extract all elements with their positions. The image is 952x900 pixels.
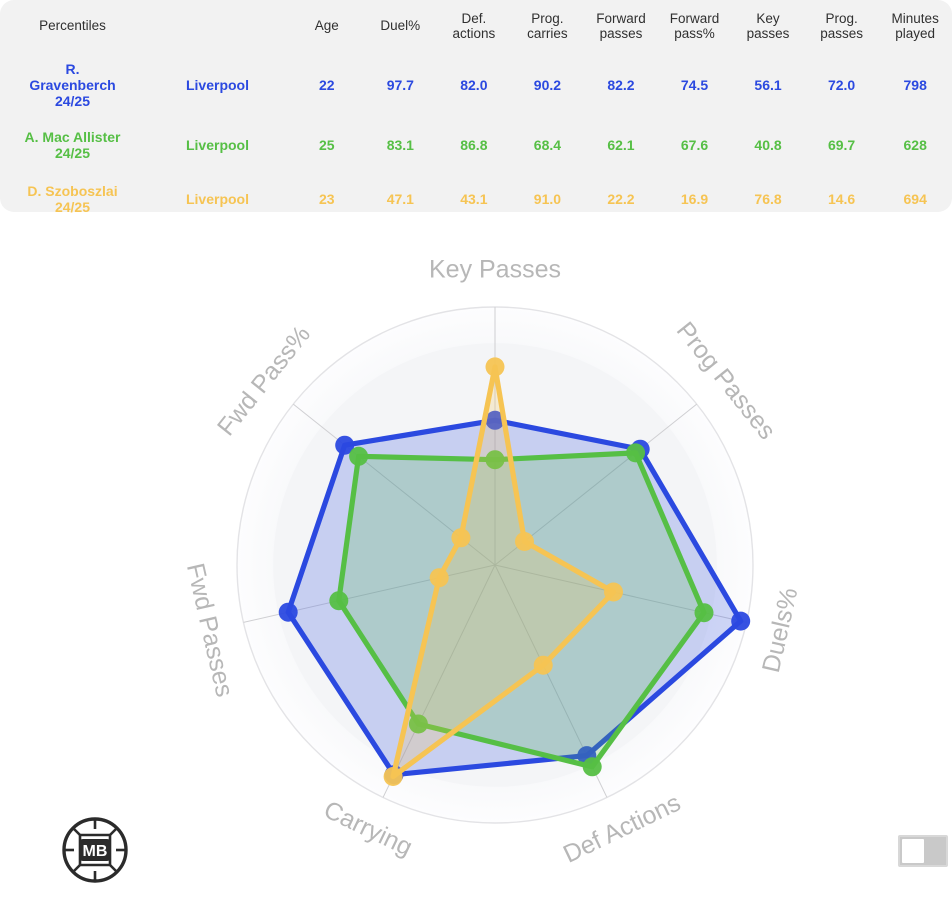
cell-def-actions: 86.8: [460, 136, 488, 153]
radar-data-point[interactable]: [451, 528, 471, 548]
corner-toggle-control[interactable]: [898, 835, 948, 867]
mb-football-logo: MB: [60, 815, 130, 885]
cell-age: 25: [318, 136, 335, 153]
radar-data-point[interactable]: [329, 591, 349, 611]
col-header-def-actions-l2: actions: [452, 26, 496, 41]
cell-key-passes: 56.1: [754, 76, 782, 93]
col-header-forward-passes-l1: Forward: [596, 10, 646, 26]
radar-chart: Key Passes Prog Passes Duels% Def Actions Ca…: [0, 216, 952, 900]
table-header-row: Percentiles Age Duel% Def. actions Prog. c…: [0, 0, 952, 52]
radar-axis-label-key-passes: Key Passes: [429, 256, 561, 284]
radar-data-point[interactable]: [278, 602, 298, 622]
col-header-percentiles: Percentiles: [0, 0, 145, 52]
cell-forward-passes: 62.1: [607, 136, 635, 153]
stats-table-card: Percentiles Age Duel% Def. actions Prog. c…: [0, 0, 952, 215]
col-header-prog-passes-l1: Prog.: [825, 10, 858, 26]
col-header-def-actions: Def. actions: [437, 0, 511, 52]
col-header-minutes-played-l2: played: [895, 26, 936, 41]
radar-data-point[interactable]: [429, 568, 449, 588]
radar-data-point[interactable]: [626, 443, 646, 463]
cell-minutes-played: 798: [903, 76, 927, 93]
player-season: 24/25: [54, 199, 91, 215]
col-header-duel-pct: Duel%: [364, 0, 438, 52]
col-header-key-passes-l2: passes: [746, 26, 790, 41]
player-name-line1: A. Mac Allister: [24, 128, 121, 145]
player-name-line1: R.: [65, 60, 80, 77]
col-header-prog-passes: Prog. passes: [805, 0, 879, 52]
cell-prog-passes: 72.0: [827, 76, 856, 93]
col-header-prog-carries: Prog. carries: [511, 0, 585, 52]
radar-data-point[interactable]: [533, 655, 553, 675]
cell-prog-passes: 69.7: [827, 136, 856, 153]
cell-forward-passes: 82.2: [607, 76, 635, 93]
player-season: 24/25: [54, 93, 91, 110]
cell-forward-pass-pct: 67.6: [680, 136, 709, 153]
cell-duel-pct: 97.7: [386, 76, 414, 93]
col-header-percentiles-label: Percentiles: [39, 18, 106, 34]
table-row[interactable]: R. Gravenberch 24/25 Liverpool 22 97.7 8…: [0, 52, 952, 118]
table-row[interactable]: A. Mac Allister 24/25 Liverpool 25 83.1 …: [0, 118, 952, 172]
cell-age: 22: [318, 76, 335, 93]
radar-data-point[interactable]: [349, 446, 369, 466]
cell-forward-pass-pct: 74.5: [680, 76, 709, 93]
player-name-line1: D. Szoboszlai: [27, 182, 118, 199]
radar-chart-svg: Key PassesProg PassesDuels%Def ActionsCa…: [181, 256, 804, 869]
radar-data-point[interactable]: [694, 603, 714, 623]
cell-prog-carries: 90.2: [533, 76, 562, 93]
player-season: 24/25: [54, 145, 91, 161]
cell-key-passes: 40.8: [754, 136, 782, 153]
radar-data-point[interactable]: [582, 757, 602, 777]
player-name-cell: R. Gravenberch 24/25: [0, 52, 145, 118]
player-team-cell: Liverpool: [185, 136, 249, 153]
radar-data-point[interactable]: [731, 611, 751, 631]
col-header-forward-pass-pct-l2: pass%: [674, 26, 715, 41]
radar-data-point[interactable]: [485, 357, 505, 377]
radar-data-point[interactable]: [383, 767, 403, 786]
cell-def-actions: 82.0: [460, 76, 488, 93]
col-header-team: [145, 0, 290, 52]
player-name-line2: Gravenberch: [29, 76, 116, 93]
percentiles-table: Percentiles Age Duel% Def. actions Prog. c…: [0, 0, 952, 226]
col-header-forward-passes-l2: passes: [599, 26, 643, 41]
col-header-forward-pass-pct: Forward pass%: [658, 0, 732, 52]
player-name-cell: A. Mac Allister 24/25: [0, 118, 145, 172]
logo-text: MB: [83, 843, 108, 860]
cell-duel-pct: 83.1: [386, 136, 414, 153]
cell-minutes-played: 628: [903, 136, 927, 153]
col-header-def-actions-l1: Def.: [461, 10, 487, 26]
col-header-forward-passes: Forward passes: [584, 0, 658, 52]
toggle-knob[interactable]: [902, 839, 924, 863]
radar-axis-label-fwd-passes: Fwd Passes: [181, 561, 239, 700]
col-header-age-l1: Age: [314, 18, 339, 34]
col-header-prog-carries-l2: carries: [527, 26, 568, 41]
col-header-key-passes-l1: Key: [756, 10, 780, 26]
radar-data-point[interactable]: [604, 582, 623, 602]
cell-prog-carries: 68.4: [533, 136, 562, 153]
player-team-cell: Liverpool: [185, 76, 249, 93]
col-header-minutes-played: Minutes played: [878, 0, 952, 52]
radar-axis-label-duels: Duels%: [757, 585, 804, 675]
col-header-key-passes: Key passes: [731, 0, 805, 52]
col-header-minutes-played-l1: Minutes: [891, 10, 939, 26]
radar-data-point[interactable]: [515, 532, 534, 551]
col-header-prog-carries-l1: Prog.: [531, 10, 564, 26]
col-header-age: Age: [290, 0, 364, 52]
col-header-forward-pass-pct-l1: Forward: [669, 10, 720, 26]
col-header-prog-passes-l2: passes: [820, 26, 863, 41]
col-header-duel-pct-l1: Duel%: [380, 18, 421, 34]
